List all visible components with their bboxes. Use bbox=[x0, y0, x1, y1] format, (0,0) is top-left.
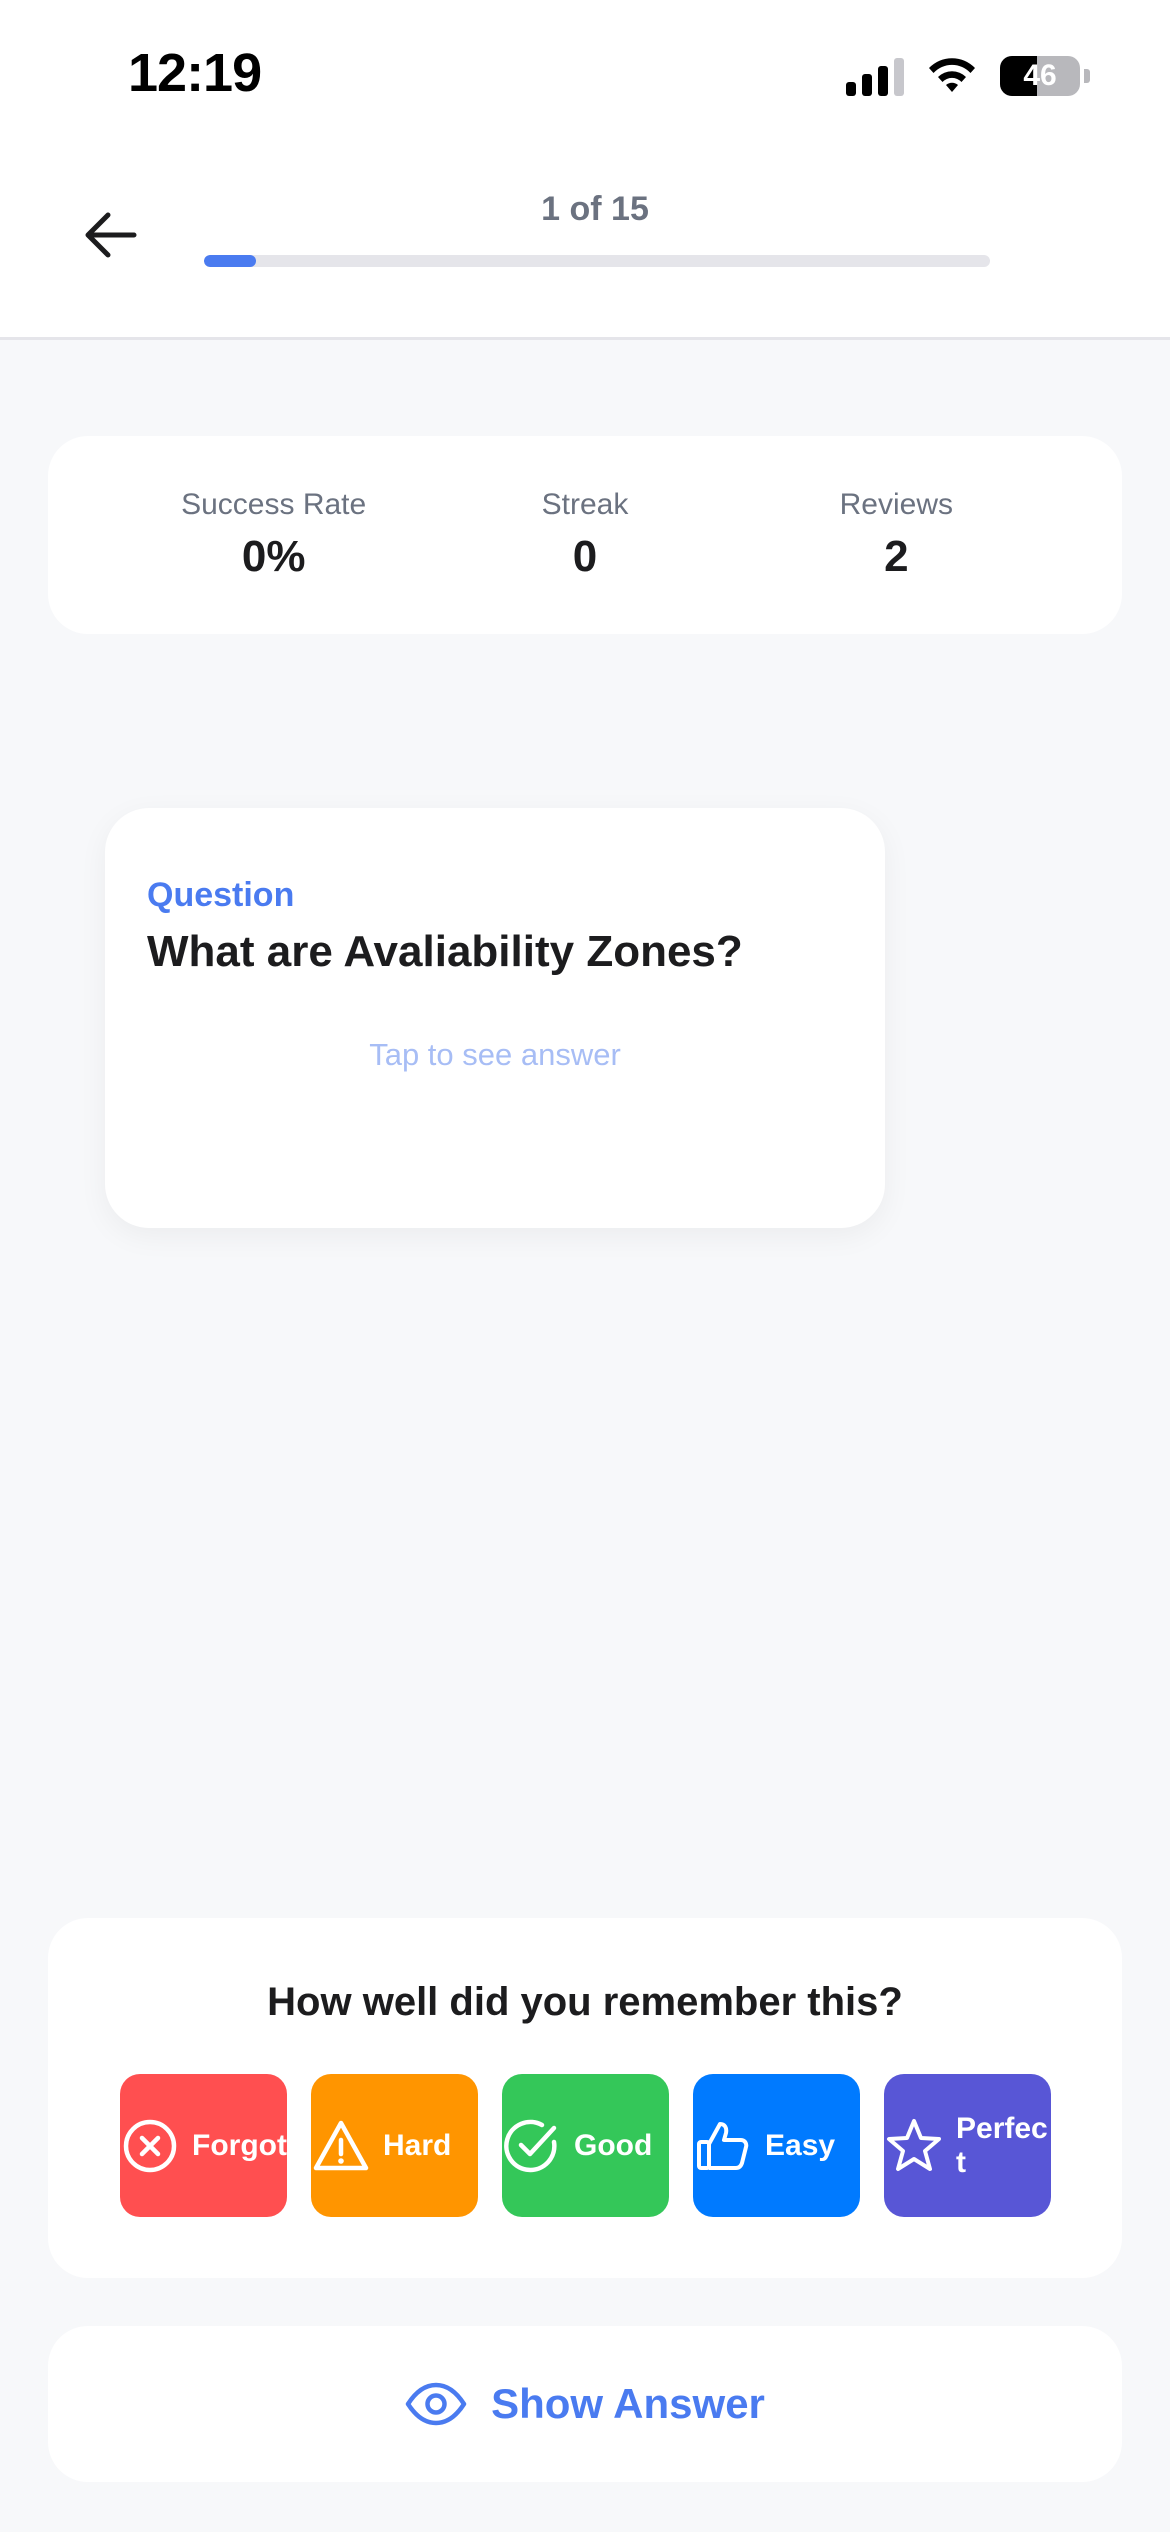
thumbs-up-icon bbox=[693, 2116, 753, 2176]
x-circle-icon bbox=[120, 2116, 180, 2176]
stat-streak: Streak 0 bbox=[435, 488, 735, 582]
battery-percent: 46 bbox=[1023, 59, 1057, 92]
tap-hint: Tap to see answer bbox=[369, 1037, 621, 1072]
header: 1 of 15 bbox=[0, 150, 1170, 340]
rating-label: Hard bbox=[383, 2128, 452, 2162]
rating-label: Good bbox=[574, 2128, 653, 2162]
rating-label: Forgot bbox=[192, 2128, 287, 2162]
battery-tip bbox=[1084, 69, 1090, 83]
rating-label: Perfect bbox=[956, 2111, 1048, 2179]
perfect-button[interactable]: Perfect bbox=[884, 2074, 1051, 2217]
show-answer-button[interactable]: Show Answer bbox=[48, 2326, 1122, 2482]
progress-bar-fill bbox=[204, 255, 257, 267]
stat-value: 0 bbox=[572, 532, 598, 581]
stat-label: Success Rate bbox=[181, 488, 367, 521]
eye-icon bbox=[405, 2382, 467, 2426]
stat-label: Reviews bbox=[839, 488, 953, 521]
good-button[interactable]: Good bbox=[502, 2074, 669, 2217]
easy-button[interactable]: Easy bbox=[693, 2074, 860, 2217]
flashcard[interactable]: Question What are Avaliability Zones? Ta… bbox=[105, 808, 885, 1228]
rating-title: How well did you remember this? bbox=[267, 1980, 903, 2024]
rating-buttons: Forgot Hard Good Easy Perfect bbox=[120, 2074, 1051, 2217]
hard-button[interactable]: Hard bbox=[311, 2074, 478, 2217]
check-circle-icon bbox=[502, 2116, 562, 2176]
stat-reviews: Reviews 2 bbox=[746, 488, 1046, 582]
status-time: 12:19 bbox=[128, 43, 262, 103]
stat-success-rate: Success Rate 0% bbox=[124, 488, 424, 582]
rating-label: Easy bbox=[765, 2128, 836, 2162]
stat-value: 2 bbox=[884, 532, 909, 581]
wifi-icon bbox=[929, 58, 975, 92]
battery-icon: 46 bbox=[1000, 56, 1080, 96]
progress-bar bbox=[204, 255, 990, 267]
question-text: What are Avaliability Zones? bbox=[147, 927, 743, 976]
warning-triangle-icon bbox=[311, 2116, 371, 2176]
cellular-signal-icon bbox=[846, 56, 904, 96]
status-icons: 46 bbox=[846, 52, 1090, 100]
stat-label: Streak bbox=[541, 488, 629, 521]
stats-card: Success Rate 0% Streak 0 Reviews 2 bbox=[48, 436, 1122, 634]
show-answer-label: Show Answer bbox=[491, 2380, 765, 2427]
card-side-label: Question bbox=[147, 876, 295, 914]
star-icon bbox=[884, 2116, 944, 2176]
forgot-button[interactable]: Forgot bbox=[120, 2074, 287, 2217]
status-bar: 12:19 46 bbox=[0, 0, 1170, 150]
stat-value: 0% bbox=[241, 532, 306, 581]
rating-card: How well did you remember this? Forgot H… bbox=[48, 1918, 1122, 2278]
progress-counter: 1 of 15 bbox=[541, 190, 649, 228]
